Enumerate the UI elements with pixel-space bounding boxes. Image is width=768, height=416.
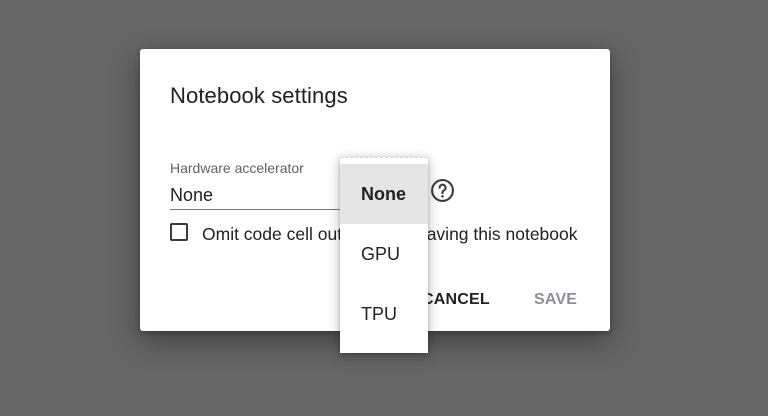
hardware-accelerator-label: Hardware accelerator <box>170 160 304 176</box>
hardware-accelerator-dropdown: None GPU TPU <box>340 157 428 353</box>
dialog-title: Notebook settings <box>170 83 348 108</box>
dropdown-top-edge <box>340 157 428 158</box>
save-button[interactable]: SAVE <box>534 291 577 309</box>
hardware-accelerator-value: None <box>170 185 214 205</box>
option-gpu[interactable]: GPU <box>340 224 428 284</box>
hardware-accelerator-select[interactable]: None <box>170 182 350 210</box>
option-tpu[interactable]: TPU <box>340 284 428 344</box>
option-none[interactable]: None <box>340 164 428 224</box>
help-circle-icon[interactable] <box>430 178 455 203</box>
cancel-button[interactable]: CANCEL <box>422 291 490 309</box>
omit-output-checkbox[interactable] <box>170 223 188 241</box>
